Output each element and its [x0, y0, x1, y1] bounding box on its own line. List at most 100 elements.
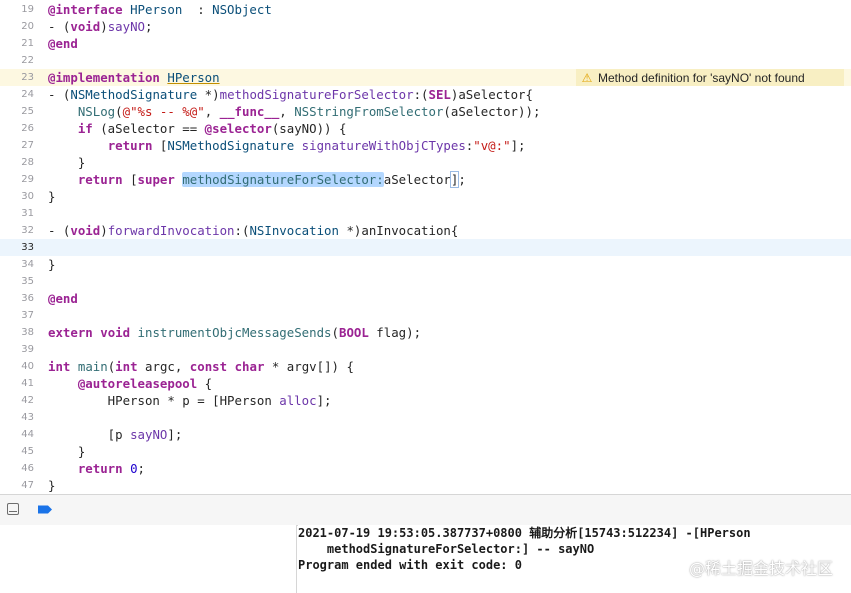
code-text[interactable]: }: [48, 154, 85, 171]
warning-text: Method definition for 'sayNO' not found: [598, 70, 805, 85]
code-line[interactable]: 38 extern void instrumentObjcMessageSends…: [0, 324, 851, 341]
code-line[interactable]: 21 @end: [0, 35, 851, 52]
code-token: ];: [316, 393, 332, 408]
warning-annotation[interactable]: ⚠ Method definition for 'sayNO' not foun…: [576, 69, 844, 86]
code-text[interactable]: @end: [48, 35, 78, 52]
console-line: 2021-07-19 19:53:05.387737+0800 辅助分析[157…: [298, 526, 751, 540]
code-line[interactable]: 20 - (void)sayNO;: [0, 18, 851, 35]
code-token: NSObject: [212, 2, 272, 17]
code-token: sayNO: [107, 19, 146, 34]
code-text[interactable]: - (void)sayNO;: [48, 18, 152, 35]
code-text[interactable]: return 0;: [48, 460, 145, 477]
code-token: "v@:": [473, 138, 511, 153]
code-token: @implementation: [48, 70, 168, 85]
code-text[interactable]: - (NSMethodSignature *)methodSignatureFo…: [48, 86, 533, 103]
code-text[interactable]: }: [48, 443, 85, 460]
code-text[interactable]: return [super methodSignatureForSelector…: [48, 171, 466, 188]
code-text[interactable]: if (aSelector == @selector(sayNO)) {: [48, 120, 347, 137]
line-number: 42: [21, 395, 34, 406]
code-line[interactable]: 32 - (void)forwardInvocation:(NSInvocatio…: [0, 222, 851, 239]
code-text[interactable]: NSLog(@"%s -- %@", __func__, NSStringFro…: [48, 103, 541, 120]
code-line[interactable]: 45 }: [0, 443, 851, 460]
line-number: 26: [21, 123, 34, 134]
code-line[interactable]: 29 return [super methodSignatureForSelec…: [0, 171, 851, 188]
code-line[interactable]: 28 }: [0, 154, 851, 171]
code-line[interactable]: 34}: [0, 256, 851, 273]
code-line[interactable]: 31: [0, 205, 851, 222]
code-line[interactable]: 35: [0, 273, 851, 290]
code-token: }: [48, 478, 56, 493]
code-line[interactable]: 44 [p sayNO];: [0, 426, 851, 443]
code-token: NSMethodSignature: [70, 87, 198, 102]
breakpoint-icon[interactable]: [37, 505, 53, 514]
hide-debug-area-icon[interactable]: [7, 503, 19, 515]
watermark: @稀土掘金技术社区: [688, 559, 833, 578]
code-token: }: [48, 189, 56, 204]
code-line[interactable]: 36 @end: [0, 290, 851, 307]
code-line[interactable]: 22: [0, 52, 851, 69]
code-token: ,: [279, 104, 295, 119]
code-token: forwardInvocation: [107, 223, 235, 238]
code-token: void: [100, 325, 131, 340]
code-token: NSStringFromSelector: [294, 104, 444, 119]
code-line[interactable]: 27 return [NSMethodSignature signatureWi…: [0, 137, 851, 154]
code-line[interactable]: 39: [0, 341, 851, 358]
code-line[interactable]: 37: [0, 307, 851, 324]
code-token: sayNO: [130, 427, 168, 442]
line-number: 35: [21, 276, 34, 287]
code-token: NSInvocation: [249, 223, 339, 238]
console-line: Program ended with exit code: 0: [298, 558, 522, 572]
code-token: (: [331, 325, 339, 340]
code-text[interactable]: @autoreleasepool {: [48, 375, 212, 392]
code-text[interactable]: return [NSMethodSignature signatureWithO…: [48, 137, 526, 154]
code-text[interactable]: HPerson * p = [HPerson alloc];: [48, 392, 332, 409]
line-number: 40: [21, 361, 34, 372]
code-line[interactable]: 33: [0, 239, 851, 256]
code-line[interactable]: 43: [0, 409, 851, 426]
code-text[interactable]: [p sayNO];: [48, 426, 183, 443]
code-text[interactable]: }: [48, 477, 55, 494]
variables-view: [0, 525, 297, 593]
line-number: 23: [21, 72, 34, 83]
code-text[interactable]: }: [48, 256, 55, 273]
line-number: 43: [21, 412, 34, 423]
code-token: (aSelector));: [443, 104, 541, 119]
code-token: int: [48, 359, 71, 374]
code-token: ;: [145, 19, 153, 34]
code-text[interactable]: int main(int argc, const char * argv[]) …: [48, 358, 354, 375]
code-line[interactable]: 47}: [0, 477, 851, 494]
code-token: argc,: [137, 359, 190, 374]
code-token: [p: [48, 427, 131, 442]
code-line[interactable]: 25 NSLog(@"%s -- %@", __func__, NSString…: [0, 103, 851, 120]
line-number: 39: [21, 344, 34, 355]
code-token: @interface: [48, 2, 131, 17]
code-line[interactable]: 40 int main(int argc, const char * argv[]…: [0, 358, 851, 375]
code-text[interactable]: @end: [48, 290, 78, 307]
code-token: 0: [130, 461, 138, 476]
console-line: methodSignatureForSelector:] -- sayNO: [298, 542, 595, 556]
code-line[interactable]: 42 HPerson * p = [HPerson alloc];: [0, 392, 851, 409]
code-line[interactable]: 19 @interface HPerson : NSObject: [0, 1, 851, 18]
code-line[interactable]: 24 - (NSMethodSignature *)methodSignature…: [0, 86, 851, 103]
code-text[interactable]: @implementation HPerson: [48, 69, 220, 86]
code-token: ): [100, 19, 108, 34]
code-token: :(: [234, 223, 250, 238]
code-token: signatureWithObjCTypes: [301, 138, 466, 153]
code-line[interactable]: 30}: [0, 188, 851, 205]
code-line[interactable]: 26 if (aSelector == @selector(sayNO)) {: [0, 120, 851, 137]
code-token: return: [77, 461, 123, 476]
code-text[interactable]: - (void)forwardInvocation:(NSInvocation …: [48, 222, 458, 239]
line-number: 37: [21, 310, 34, 321]
code-line[interactable]: 46 return 0;: [0, 460, 851, 477]
code-text[interactable]: @interface HPerson : NSObject: [48, 1, 272, 18]
code-line[interactable]: 41 @autoreleasepool {: [0, 375, 851, 392]
code-text[interactable]: extern void instrumentObjcMessageSends(B…: [48, 324, 421, 341]
code-token: flag);: [368, 325, 422, 340]
code-token: NSLog: [77, 104, 116, 119]
code-text[interactable]: }: [48, 188, 55, 205]
